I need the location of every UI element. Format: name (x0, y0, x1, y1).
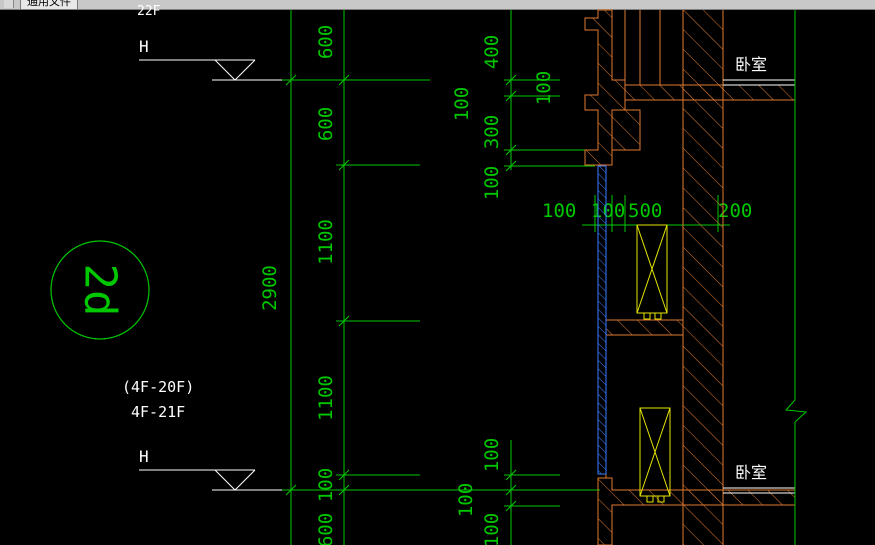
dim-segment: 600 (315, 107, 337, 141)
dim-upper: 100 (481, 166, 503, 200)
elevation-mark-bottom: H (139, 447, 290, 491)
dim-lower: 100 (455, 483, 477, 517)
section-symbol-label: 2d (75, 264, 126, 317)
glass-panel (597, 165, 607, 475)
dim-upper: 300 (481, 115, 503, 149)
dim-segment: 600 (315, 25, 337, 59)
section-symbol: 2d (50, 240, 150, 340)
room-label-bedroom-lower: 卧室 (735, 463, 767, 482)
dim-total: 2900 (259, 265, 281, 311)
dim-segment: 1100 (315, 219, 337, 265)
window-unit-lower (639, 407, 671, 503)
dim-upper: 400 (481, 35, 503, 69)
dim-upper: 100 (451, 87, 473, 121)
elevation-mark-top: H (139, 37, 290, 81)
dim-h: 100 (542, 200, 576, 222)
dim-lower: 100 (481, 513, 503, 545)
dim-h: 500 (628, 200, 662, 222)
middle-dimension-chain: 400 100 100 300 100 100 100 100 (430, 10, 600, 545)
cad-drawing: 22F H H 2d (4F-20F) 4F-21F 2900 600 600 … (50, 4, 808, 545)
dim-lower: 100 (481, 438, 503, 472)
dim-segment: 1100 (315, 375, 337, 421)
room-label-bedroom-upper: 卧室 (735, 55, 767, 74)
elevation-label: H (139, 447, 149, 466)
dim-segment: 100 (315, 468, 337, 502)
dim-segment: 600 (315, 513, 337, 545)
floor-range-line1: (4F-20F) (122, 378, 194, 396)
window-unit-upper (636, 224, 668, 320)
elevation-label: H (139, 37, 149, 56)
floor-label-top: 22F (137, 4, 161, 19)
dim-upper: 100 (533, 71, 555, 105)
left-dimension-chain: 2900 600 600 1100 1100 100 600 (259, 10, 430, 545)
dim-h: 100 (591, 200, 625, 222)
floor-range-line2: 4F-21F (131, 403, 185, 421)
